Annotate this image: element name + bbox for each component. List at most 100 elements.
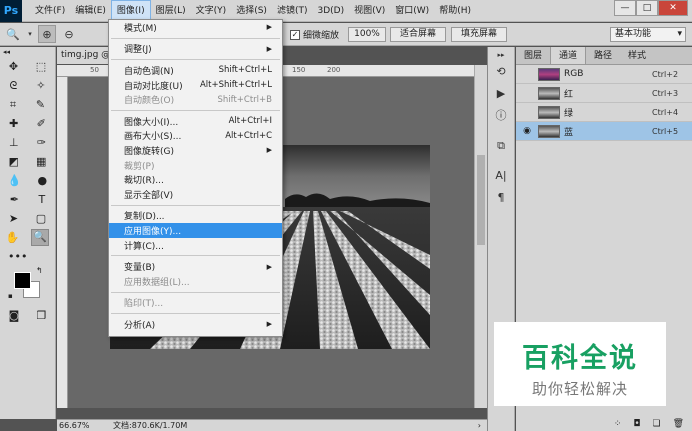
visibility-eye-icon[interactable]: ◉ xyxy=(520,126,534,136)
healing-brush-icon[interactable]: ✚ xyxy=(9,117,18,130)
blur-tool-icon[interactable]: 💧 xyxy=(8,174,22,187)
image-menu-item[interactable]: 调整(J) ▶ xyxy=(109,42,282,57)
maximize-button[interactable]: □ xyxy=(636,0,658,16)
channel-row[interactable]: ◉ 蓝 Ctrl+5 xyxy=(516,122,692,141)
image-menu-item[interactable]: 复制(D)... xyxy=(109,209,282,224)
collapse-icon[interactable]: ◂◂ xyxy=(0,47,55,57)
image-menu-item[interactable]: 自动对比度(U) Alt+Shift+Ctrl+L xyxy=(109,78,282,93)
image-menu-item[interactable]: 图像大小(I)... Alt+Ctrl+I xyxy=(109,114,282,129)
image-menu-item[interactable]: 模式(M) ▶ xyxy=(109,20,282,35)
menu-item[interactable]: 视图(V) xyxy=(349,0,390,22)
options-bar: 🔍 ▾ ⊕ ⊖ ✓ 细微缩放 100% 适合屏幕 填充屏幕 基本功能 ▾ xyxy=(0,23,692,46)
scrollbar-thumb[interactable] xyxy=(477,155,485,245)
trash-icon[interactable]: 🗑 xyxy=(673,419,684,429)
brush-tool-icon[interactable]: ✐ xyxy=(37,117,46,130)
image-menu-item[interactable]: 应用图像(Y)... xyxy=(109,223,282,238)
channel-name: 蓝 xyxy=(564,127,574,138)
load-selection-icon[interactable]: ⁘ xyxy=(614,419,622,429)
watermark-title: 百科全说 xyxy=(522,343,638,374)
channel-name: 红 xyxy=(564,89,574,100)
image-menu-item[interactable]: 分析(A) ▶ xyxy=(109,317,282,332)
fill-screen-button[interactable]: 填充屏幕 xyxy=(451,27,507,42)
default-colors-icon[interactable]: ▪ xyxy=(8,292,13,300)
gradient-tool-icon[interactable]: ▦ xyxy=(36,155,46,168)
hand-tool-icon[interactable]: ✋ xyxy=(6,231,20,244)
marquee-tool-icon[interactable]: ⬚ xyxy=(36,60,46,73)
eyedropper-icon[interactable]: ✎ xyxy=(36,98,45,111)
zoom-out-icon[interactable]: ⊖ xyxy=(60,25,78,43)
workspace-select[interactable]: 基本功能 ▾ xyxy=(610,27,686,42)
swap-colors-icon[interactable]: ↰ xyxy=(36,266,43,275)
menu-separator xyxy=(111,109,280,111)
history-brush-icon[interactable]: ✑ xyxy=(37,136,46,149)
channel-thumbnail xyxy=(538,67,560,81)
menu-item[interactable]: 文件(F) xyxy=(30,0,70,22)
zoom-in-icon[interactable]: ⊕ xyxy=(38,25,56,43)
image-menu-item[interactable]: 自动色调(N) Shift+Ctrl+L xyxy=(109,63,282,78)
image-menu-item: 裁剪(P) xyxy=(109,158,282,173)
menu-item[interactable]: 3D(D) xyxy=(312,0,349,22)
history-panel-icon[interactable]: ⟲ xyxy=(491,63,511,81)
minimize-button[interactable]: — xyxy=(614,0,636,16)
menu-item-label: 变量(B) xyxy=(124,263,156,274)
zoom-tool-selected-icon[interactable]: 🔍 xyxy=(31,229,50,246)
image-menu-item[interactable]: 裁切(R)... xyxy=(109,172,282,187)
paragraph-panel-icon[interactable]: ¶ xyxy=(491,189,511,207)
actions-play-icon[interactable]: ▶ xyxy=(491,85,511,103)
shape-tool-icon[interactable]: ▢ xyxy=(36,212,46,225)
menu-item[interactable]: 编辑(E) xyxy=(70,0,111,22)
image-menu-item[interactable]: 图像旋转(G) ▶ xyxy=(109,143,282,158)
panel-tab[interactable]: 路径 xyxy=(586,47,620,64)
eraser-tool-icon[interactable]: ◩ xyxy=(9,155,19,168)
scrubby-zoom-checkbox[interactable]: ✓ 细微缩放 xyxy=(290,28,339,41)
image-menu-item[interactable]: 显示全部(V) xyxy=(109,187,282,202)
crop-tool-icon[interactable]: ⌗ xyxy=(10,98,16,112)
image-menu-item[interactable]: 画布大小(S)... Alt+Ctrl+C xyxy=(109,129,282,144)
move-tool-icon[interactable]: ✥ xyxy=(9,60,18,73)
close-button[interactable]: ✕ xyxy=(658,0,688,16)
submenu-arrow-icon: ▶ xyxy=(266,146,272,155)
panel-tab[interactable]: 图层 xyxy=(516,47,550,64)
channel-shortcut: Ctrl+5 xyxy=(652,126,679,136)
menu-item-label: 复制(D)... xyxy=(124,212,165,223)
panel-tab[interactable]: 通道 xyxy=(550,47,587,64)
magic-wand-icon[interactable]: ✧ xyxy=(36,79,45,92)
lasso-tool-icon[interactable]: ᘓ xyxy=(10,79,18,93)
foreground-color-swatch[interactable] xyxy=(14,272,31,289)
zoom-tool-icon[interactable]: 🔍 xyxy=(4,25,22,43)
more-tools-icon[interactable]: ••• xyxy=(8,250,27,263)
checkbox-icon[interactable]: ✓ xyxy=(290,29,300,40)
channel-row[interactable]: RGB Ctrl+2 xyxy=(516,65,692,84)
new-channel-icon[interactable]: ❏ xyxy=(652,419,660,429)
properties-panel-icon[interactable]: ⧉ xyxy=(491,137,511,155)
type-tool-icon[interactable]: T xyxy=(38,193,45,206)
path-select-icon[interactable]: ➤ xyxy=(9,212,18,225)
panel-tabs: 图层 通道 路径 样式 xyxy=(516,47,692,65)
quick-mask-icon[interactable]: ◙ xyxy=(9,309,20,322)
chevron-right-icon[interactable]: › xyxy=(478,420,487,431)
dropdown-arrow-icon[interactable]: ▾ xyxy=(26,25,34,43)
zoom-level[interactable]: 66.67% xyxy=(57,420,97,431)
clone-stamp-icon[interactable]: ⊥ xyxy=(9,136,19,149)
fit-screen-button[interactable]: 适合屏幕 xyxy=(390,27,446,42)
panel-tab[interactable]: 样式 xyxy=(620,47,654,64)
channel-row[interactable]: 绿 Ctrl+4 xyxy=(516,103,692,122)
vertical-scrollbar[interactable] xyxy=(474,65,487,408)
channel-shortcut: Ctrl+2 xyxy=(652,69,679,79)
menu-item-label: 计算(C)... xyxy=(124,241,164,252)
character-panel-icon[interactable]: A| xyxy=(491,167,511,185)
screen-mode-icon[interactable]: ❐ xyxy=(37,309,47,322)
image-menu-item[interactable]: 计算(C)... xyxy=(109,238,282,253)
info-panel-icon[interactable]: ⓘ xyxy=(491,107,511,125)
ruler-mark: 50 xyxy=(90,66,99,74)
document-tab[interactable]: timg.jpg @ xyxy=(57,47,115,64)
channel-row[interactable]: 红 Ctrl+3 xyxy=(516,84,692,103)
menu-item[interactable]: 帮助(H) xyxy=(434,0,476,22)
collapse-icon[interactable]: ▸▸ xyxy=(491,51,511,59)
pen-tool-icon[interactable]: ✒ xyxy=(10,193,19,206)
menu-item[interactable]: 窗口(W) xyxy=(390,0,434,22)
zoom-100-button[interactable]: 100% xyxy=(348,27,386,42)
image-menu-item[interactable]: 变量(B) ▶ xyxy=(109,259,282,274)
dodge-tool-icon[interactable]: ● xyxy=(37,174,47,187)
save-selection-icon[interactable]: ◘ xyxy=(633,419,640,429)
